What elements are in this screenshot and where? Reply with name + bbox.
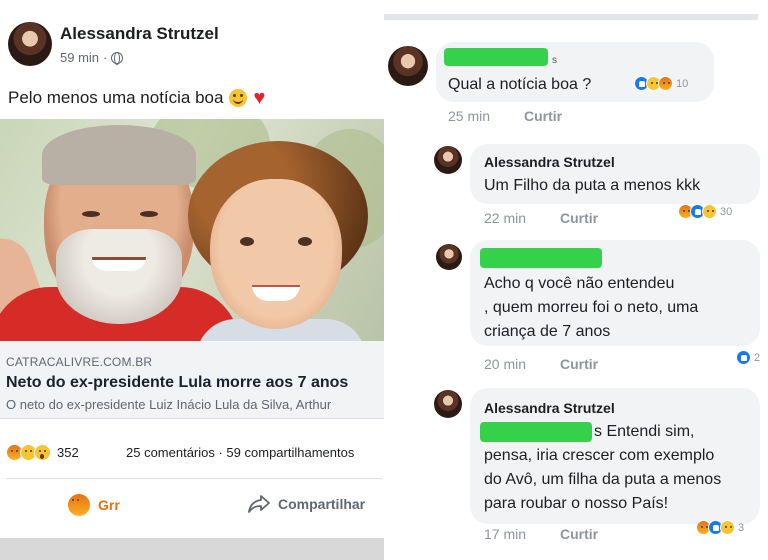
link-title[interactable]: Neto do ex-presidente Lula morre aos 7 a… [6,374,348,392]
heart-icon: ♥ [253,87,266,109]
comment-text-line: para roubar o nosso País! [484,495,669,512]
comment-text-line: do Avô, um filha da puta a menos [484,471,722,488]
like-button[interactable]: Curtir [560,526,598,542]
link-preview-image[interactable] [0,119,384,341]
comment-author[interactable]: Alessandra Strutzel [484,400,615,416]
post-panel: Alessandra Strutzel 59 min · Pelo menos … [0,0,384,560]
reaction-icons [6,443,51,461]
wow-reaction-icon [34,443,51,461]
post-author-avatar[interactable] [8,22,52,66]
smile-emoji-icon [229,89,248,107]
reaction-count: 30 [720,205,733,218]
comment-text-line: pensa, iria crescer com exemplo [484,447,715,464]
comment-time[interactable]: 20 min [484,356,526,372]
globe-icon [111,51,124,65]
comment-text: Um Filho da puta a menos kkk [484,177,701,194]
comment-time[interactable]: 17 min [484,526,526,542]
reaction-count: 2 [754,351,761,364]
comment-time[interactable]: 25 min [448,108,490,124]
link-domain: CATRACALIVRE.COM.BR [6,355,153,369]
reactions-summary[interactable]: 352 25 comentários · 59 compartilhamento… [0,440,384,464]
like-reaction-icon [736,350,751,365]
like-button[interactable]: Curtir [560,356,598,372]
comment-text: Qual a notícia boa ? [448,76,592,93]
comment-reactions[interactable]: 10 [634,76,688,91]
comment-reactions[interactable]: 30 [678,204,732,219]
sad-reaction-icon [720,520,735,535]
comment-text-line: , quem morreu foi o neto, uma [484,299,699,316]
commenter-avatar[interactable] [388,46,428,86]
reaction-count: 3 [738,521,745,534]
share-button-label: Compartilhar [278,496,366,512]
comment-reactions[interactable]: 2 [736,350,760,365]
comment-time[interactable]: 22 min [484,210,526,226]
comments-panel: s Qual a notícia boa ? 10 25 min Curtir … [384,0,768,560]
sad-reaction-icon [702,204,717,219]
commenter-avatar[interactable] [434,146,462,174]
link-description: O neto do ex-presidente Luiz Inácio Lula… [6,397,332,412]
link-preview[interactable]: CATRACALIVRE.COM.BR Neto do ex-president… [0,341,384,419]
post-meta: 59 min · [60,50,124,65]
angry-reaction-icon [68,494,90,516]
redacted-name [480,422,592,442]
action-divider [6,478,382,479]
like-button[interactable]: Curtir [560,210,598,226]
bottom-bar [0,538,384,560]
meta-separator: · [103,50,108,65]
react-button[interactable]: Grr [68,494,120,516]
redacted-name [480,248,602,268]
top-divider [384,14,758,20]
commenter-avatar[interactable] [436,244,462,270]
redacted-name [444,48,548,66]
post-time[interactable]: 59 min [60,50,99,65]
author-suffix: s [552,55,557,66]
comment-text-line: s Entendi sim, [594,423,695,440]
reactions-count[interactable]: 352 [57,445,79,460]
comment-text-line: Acho q você não entendeu [484,275,675,292]
commenter-avatar[interactable] [434,390,462,418]
post-text: Pelo menos uma notícia boa ♥ [8,88,265,108]
share-button[interactable]: Compartilhar [248,494,365,514]
react-button-label: Grr [98,497,120,513]
comment-reactions[interactable]: 3 [696,520,744,535]
comment-text-line: criança de 7 anos [484,323,611,340]
post-text-content: Pelo menos uma notícia boa [8,88,224,107]
comments-shares-count[interactable]: 25 comentários · 59 compartilhamentos [126,445,354,460]
share-arrow-icon [248,495,270,513]
like-button[interactable]: Curtir [524,108,562,124]
angry-reaction-icon [658,76,673,91]
reaction-count: 10 [676,77,689,90]
comment-author[interactable]: Alessandra Strutzel [484,154,615,170]
post-author-name[interactable]: Alessandra Strutzel [60,24,219,44]
